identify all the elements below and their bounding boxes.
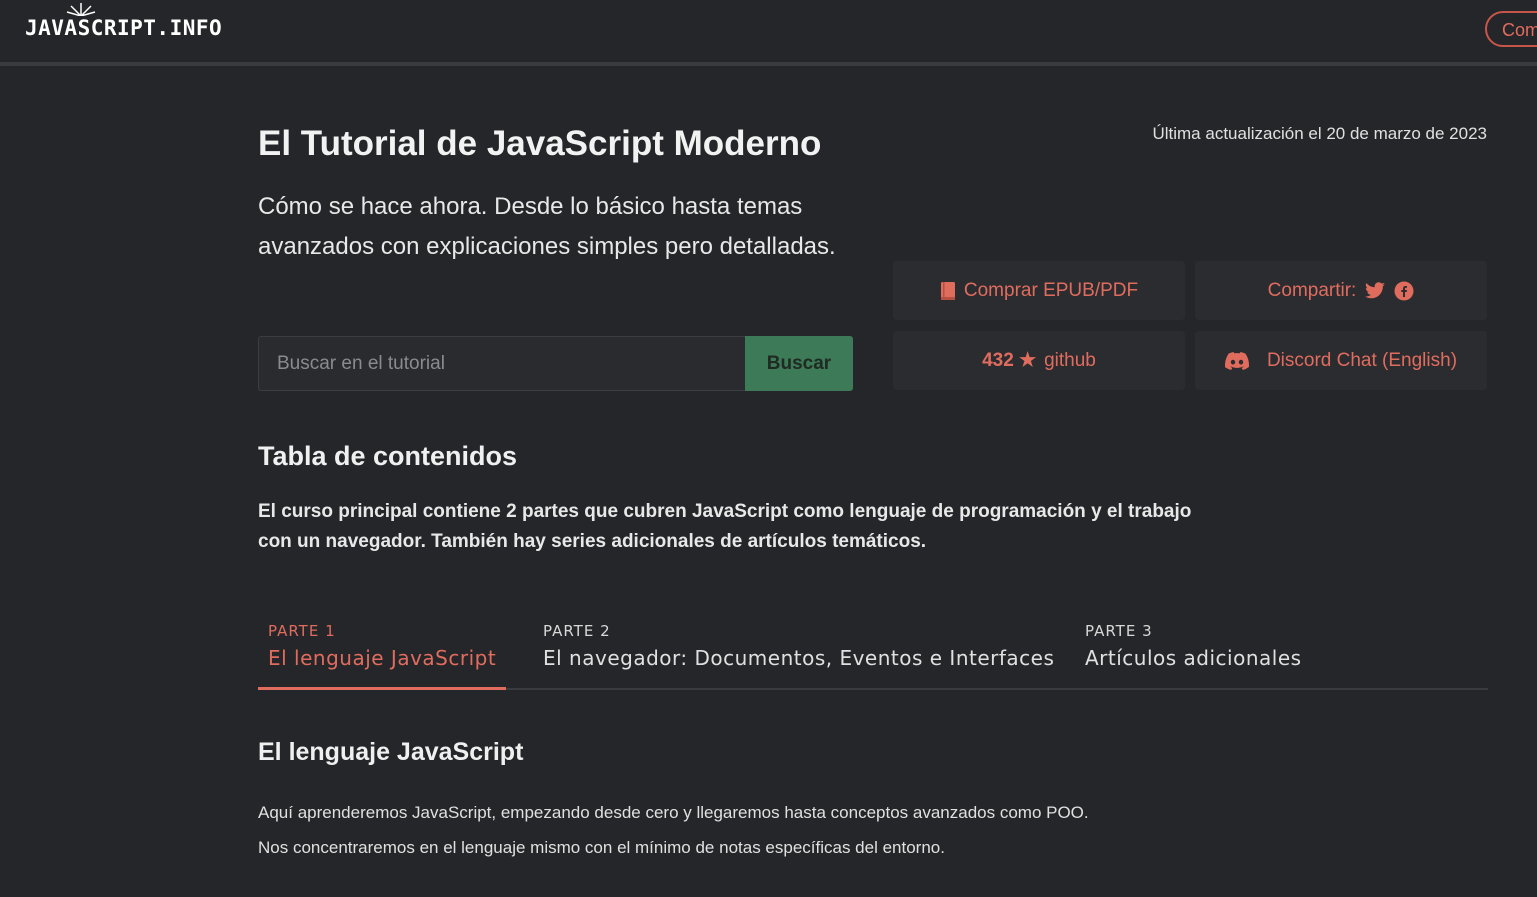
- buy-label: Comprar EPUB/PDF: [963, 279, 1139, 301]
- discord-label: Discord Chat (English): [1266, 349, 1458, 371]
- tab-number: PARTE 3: [1085, 622, 1153, 640]
- search-button[interactable]: Buscar: [745, 336, 853, 391]
- discord-chat-button[interactable]: Discord Chat (English): [1195, 331, 1487, 390]
- search-form: Buscar: [258, 336, 853, 391]
- tab-part-3[interactable]: PARTE 3 Artículos adicionales: [1075, 612, 1312, 690]
- toc-description: El curso principal contiene 2 partes que…: [258, 501, 1192, 552]
- tab-label: Artículos adicionales: [1085, 646, 1302, 670]
- share-card: Compartir:: [1195, 261, 1487, 320]
- tab-part-2[interactable]: PARTE 2 El navegador: Documentos, Evento…: [533, 612, 1064, 690]
- twitter-icon[interactable]: [1364, 281, 1386, 300]
- parts-tabs: PARTE 1 El lenguaje JavaScript PARTE 2 E…: [258, 612, 1488, 690]
- section-paragraph-1: Aquí aprenderemos JavaScript, empezando …: [258, 803, 1089, 822]
- tab-label: El lenguaje JavaScript: [268, 646, 497, 670]
- topbar-right-button[interactable]: Com: [1485, 11, 1537, 47]
- page-title: El Tutorial de JavaScript Moderno: [258, 124, 822, 163]
- site-logo[interactable]: JAVASCRIPT.INFO: [25, 16, 222, 40]
- top-bar: JAVASCRIPT.INFO Com: [0, 0, 1537, 66]
- share-label: Compartir:: [1267, 279, 1357, 301]
- page-subtitle: Cómo se hace ahora. Desde lo básico hast…: [258, 193, 836, 260]
- tab-number: PARTE 2: [543, 622, 611, 640]
- logo-spark-icon: [66, 3, 96, 16]
- section-paragraph-2: Nos concentraremos en el lenguaje mismo …: [258, 838, 945, 857]
- tab-part-1[interactable]: PARTE 1 El lenguaje JavaScript: [258, 612, 507, 690]
- discord-icon: [1224, 351, 1249, 370]
- buy-epub-pdf-button[interactable]: Comprar EPUB/PDF: [893, 261, 1185, 320]
- toc-title: Tabla de contenidos: [258, 441, 518, 471]
- section-title: El lenguaje JavaScript: [258, 738, 524, 766]
- github-stars: 432 ★: [982, 350, 1037, 371]
- facebook-icon[interactable]: [1394, 281, 1414, 301]
- tab-number: PARTE 1: [268, 622, 336, 640]
- search-input[interactable]: [258, 336, 745, 391]
- github-label: github: [1044, 349, 1096, 371]
- tab-label: El navegador: Documentos, Eventos e Inte…: [543, 646, 1055, 670]
- last-updated: Última actualización el 20 de marzo de 2…: [1152, 124, 1487, 143]
- book-icon: [940, 281, 956, 301]
- github-button[interactable]: 432 ★ github: [893, 331, 1185, 390]
